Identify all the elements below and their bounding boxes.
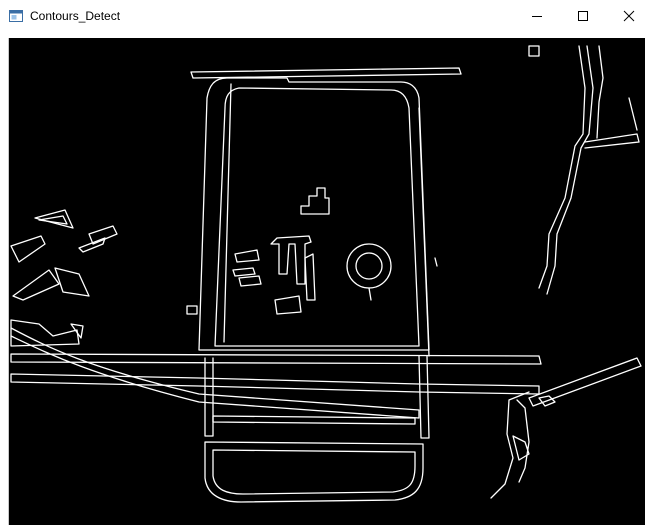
app-window-icon[interactable] bbox=[8, 8, 24, 24]
window-title: Contours_Detect bbox=[30, 9, 121, 23]
minimize-button[interactable] bbox=[514, 0, 560, 32]
maximize-icon bbox=[578, 11, 588, 21]
close-button[interactable] bbox=[606, 0, 652, 32]
maximize-button[interactable] bbox=[560, 0, 606, 32]
contour-image bbox=[10, 45, 642, 503]
image-canvas[interactable] bbox=[8, 38, 645, 525]
minimize-icon bbox=[532, 16, 542, 17]
title-bar[interactable]: Contours_Detect bbox=[0, 0, 652, 32]
close-icon bbox=[623, 10, 635, 22]
window-controls bbox=[514, 0, 652, 32]
app-window: Contours_Detect bbox=[0, 0, 652, 525]
